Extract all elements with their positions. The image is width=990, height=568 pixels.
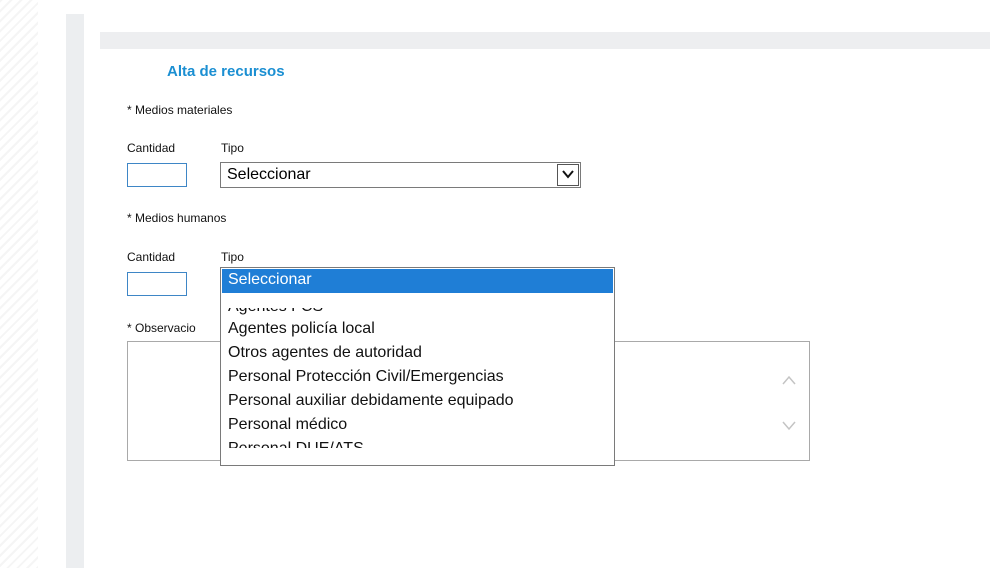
dropdown-option-otros-agentes[interactable]: Otros agentes de autoridad [222, 342, 613, 366]
humans-section-label: * Medios humanos [127, 211, 227, 225]
materials-section-label: * Medios materiales [127, 103, 233, 117]
dropdown-option-seleccionar[interactable]: Seleccionar [222, 269, 613, 293]
materials-quantity-input[interactable] [127, 163, 187, 187]
dropdown-bottom-cover [222, 448, 613, 465]
background-stripes [0, 0, 38, 568]
panel-gutter [66, 14, 84, 568]
materials-type-selected-value: Seleccionar [227, 166, 311, 183]
chevron-down-icon[interactable] [557, 164, 579, 186]
dropdown-option-personal-medico[interactable]: Personal médico [222, 414, 613, 438]
humans-type-label: Tipo [221, 250, 244, 264]
materials-type-select[interactable]: Seleccionar [220, 162, 581, 188]
humans-quantity-label: Cantidad [127, 250, 176, 264]
chevron-down-icon[interactable] [781, 419, 797, 431]
form-title: Alta de recursos [167, 63, 285, 80]
dropdown-option-policia-local[interactable]: Agentes policía local [222, 318, 613, 342]
observations-label: * Observacio [127, 321, 196, 335]
humans-type-dropdown-list[interactable]: Seleccionar Agentes FCS Agentes policía … [220, 267, 615, 466]
humans-quantity-input[interactable] [127, 272, 187, 296]
chevron-up-icon[interactable] [781, 373, 797, 385]
materials-type-label: Tipo [221, 141, 244, 155]
dropdown-option-proteccion-civil[interactable]: Personal Protección Civil/Emergencias [222, 366, 613, 390]
panel-header-bar [100, 32, 990, 49]
materials-quantity-label: Cantidad [127, 141, 176, 155]
dropdown-option-agentes-fcs[interactable]: Agentes FCS [222, 294, 613, 318]
dropdown-option-personal-auxiliar[interactable]: Personal auxiliar debidamente equipado [222, 390, 613, 414]
